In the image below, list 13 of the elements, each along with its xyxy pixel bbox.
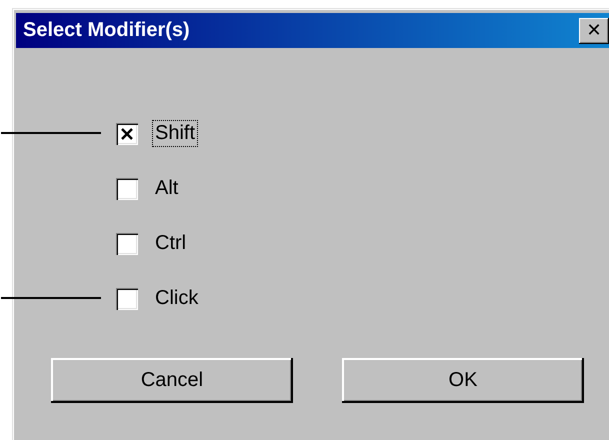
cancel-button[interactable]: Cancel bbox=[51, 358, 293, 403]
checkbox-label: Ctrl bbox=[154, 231, 188, 256]
check-icon bbox=[121, 128, 133, 140]
checkbox[interactable] bbox=[116, 122, 138, 144]
checkbox[interactable] bbox=[116, 232, 138, 254]
checkbox-label: Alt bbox=[154, 176, 180, 201]
close-button[interactable]: ✕ bbox=[579, 18, 609, 44]
ok-button[interactable]: OK bbox=[342, 358, 584, 403]
checkbox-label: Click bbox=[154, 286, 200, 311]
window-title: Select Modifier(s) bbox=[23, 19, 190, 42]
checkbox-label: Shift bbox=[152, 120, 198, 147]
checkbox[interactable] bbox=[116, 288, 138, 310]
checkbox[interactable] bbox=[116, 178, 138, 200]
